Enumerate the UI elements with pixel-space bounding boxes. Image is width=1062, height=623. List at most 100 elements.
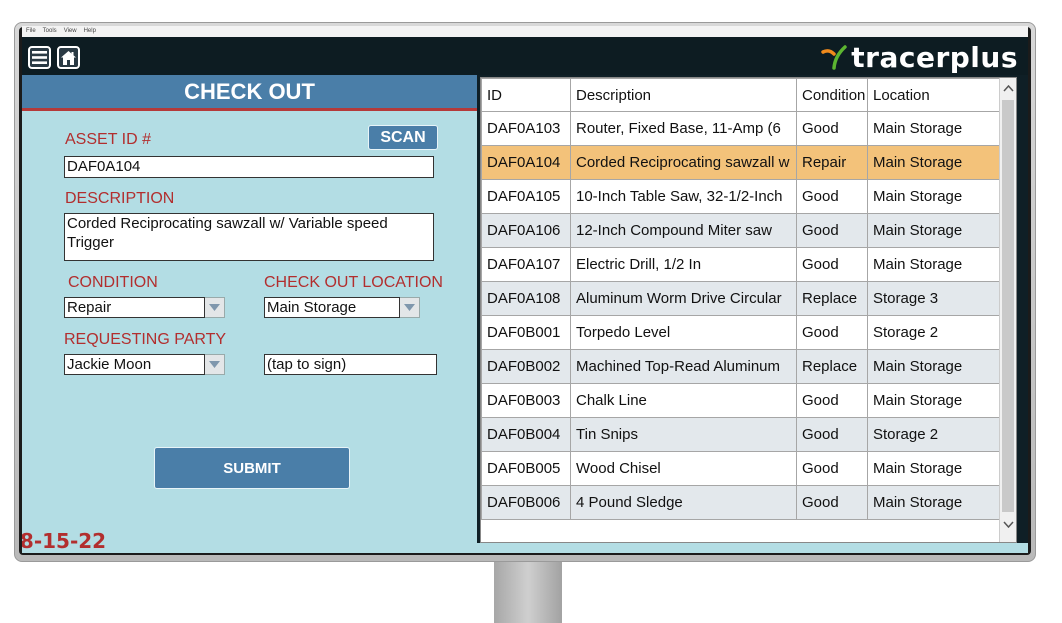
condition-value: Repair xyxy=(64,297,205,318)
cell-condition: Good xyxy=(796,485,868,520)
signature-field[interactable]: (tap to sign) xyxy=(264,354,437,375)
cell-id: DAF0B002 xyxy=(481,349,571,384)
menu-bar: File Tools View Help xyxy=(22,26,1028,37)
cell-id: DAF0A106 xyxy=(481,213,571,248)
cell-condition: Good xyxy=(796,315,868,350)
logo-text: tracerplus xyxy=(851,40,1018,74)
app-toolbar: tracerplus xyxy=(22,37,1028,75)
cell-description: Electric Drill, 1/2 In xyxy=(570,247,797,282)
cell-location: Main Storage xyxy=(867,349,1002,384)
table-row[interactable]: DAF0A103 Router, Fixed Base, 11-Amp (6 Goo… xyxy=(481,111,1002,146)
cell-location: Storage 2 xyxy=(867,315,1002,350)
cell-id: DAF0A103 xyxy=(481,111,571,146)
column-header-description[interactable]: Description xyxy=(570,78,797,112)
cell-location: Main Storage xyxy=(867,383,1002,418)
cell-description: Machined Top-Read Aluminum xyxy=(570,349,797,384)
condition-dropdown[interactable]: Repair xyxy=(64,297,225,318)
cell-description: Tin Snips xyxy=(570,417,797,452)
table-header-row: ID Description Condition Location xyxy=(481,78,1002,112)
cell-id: DAF0A105 xyxy=(481,179,571,214)
cell-condition: Replace xyxy=(796,349,868,384)
requesting-party-dropdown[interactable]: Jackie Moon xyxy=(64,354,225,375)
table-row[interactable]: DAF0B004 Tin Snips Good Storage 2 xyxy=(481,417,1002,452)
cell-condition: Good xyxy=(796,111,868,146)
cell-location: Storage 3 xyxy=(867,281,1002,316)
asset-id-input[interactable]: DAF0A104 xyxy=(64,156,434,178)
menu-file[interactable]: File xyxy=(26,26,36,37)
logo-check-icon xyxy=(821,45,848,70)
table-row[interactable]: DAF0A107 Electric Drill, 1/2 In Good Main S… xyxy=(481,247,1002,282)
chevron-down-icon[interactable] xyxy=(205,354,225,375)
location-value: Main Storage xyxy=(264,297,400,318)
checkout-form: CHECK OUT ASSET ID # SCAN DAF0A104 DESCR… xyxy=(22,75,477,553)
menu-tools[interactable]: Tools xyxy=(43,26,57,37)
table-row[interactable]: DAF0B002 Machined Top-Read Aluminum Replac… xyxy=(481,349,1002,384)
cell-id: DAF0B004 xyxy=(481,417,571,452)
cell-condition: Good xyxy=(796,247,868,282)
table-row[interactable]: DAF0B001 Torpedo Level Good Storage 2 xyxy=(481,315,1002,350)
cell-condition: Good xyxy=(796,213,868,248)
cell-location: Main Storage xyxy=(867,451,1002,486)
column-header-location[interactable]: Location xyxy=(867,78,1002,112)
cell-description: Aluminum Worm Drive Circular xyxy=(570,281,797,316)
hamburger-icon xyxy=(32,51,47,64)
screen-bottom-strip xyxy=(477,543,1028,553)
table-row[interactable]: DAF0B005 Wood Chisel Good Main Storage xyxy=(481,451,1002,486)
cell-condition: Good xyxy=(796,383,868,418)
table-row[interactable]: DAF0A105 10-Inch Table Saw, 32-1/2-Inch Go… xyxy=(481,179,1002,214)
home-button[interactable] xyxy=(57,46,80,69)
asset-table: ID Description Condition Location DAF0A1… xyxy=(480,77,1017,543)
cell-description: Torpedo Level xyxy=(570,315,797,350)
cell-description: 4 Pound Sledge xyxy=(570,485,797,520)
app-screen: File Tools View Help tracerplus CHECK OU… xyxy=(22,26,1028,553)
cell-id: DAF0B003 xyxy=(481,383,571,418)
scan-button[interactable]: SCAN xyxy=(368,125,438,150)
description-label: DESCRIPTION xyxy=(65,190,175,207)
cell-location: Main Storage xyxy=(867,179,1002,214)
cell-id: DAF0A108 xyxy=(481,281,571,316)
table-row[interactable]: DAF0A108 Aluminum Worm Drive Circular Repl… xyxy=(481,281,1002,316)
scrollbar-thumb[interactable] xyxy=(1002,100,1014,512)
chevron-down-icon[interactable] xyxy=(205,297,225,318)
cell-condition: Good xyxy=(796,451,868,486)
table-row[interactable]: DAF0B003 Chalk Line Good Main Storage xyxy=(481,383,1002,418)
cell-location: Main Storage xyxy=(867,111,1002,146)
date-display: 08-15-22 xyxy=(22,529,107,553)
menu-button[interactable] xyxy=(28,46,51,69)
cell-location: Main Storage xyxy=(867,145,1002,180)
column-header-id[interactable]: ID xyxy=(481,78,571,112)
scroll-up-icon[interactable] xyxy=(1000,80,1016,96)
cell-id: DAF0B005 xyxy=(481,451,571,486)
cell-id: DAF0A107 xyxy=(481,247,571,282)
cell-location: Main Storage xyxy=(867,247,1002,282)
cell-description: 12-Inch Compound Miter saw xyxy=(570,213,797,248)
location-dropdown[interactable]: Main Storage xyxy=(264,297,420,318)
asset-id-label: ASSET ID # xyxy=(65,131,151,148)
menu-view[interactable]: View xyxy=(64,26,77,37)
column-header-condition[interactable]: Condition xyxy=(796,78,868,112)
table-row[interactable]: DAF0B006 4 Pound Sledge Good Main Storage xyxy=(481,485,1002,520)
cell-condition: Good xyxy=(796,179,868,214)
cell-id: DAF0B006 xyxy=(481,485,571,520)
menu-help[interactable]: Help xyxy=(84,26,96,37)
condition-label: CONDITION xyxy=(68,274,158,291)
chevron-down-icon[interactable] xyxy=(400,297,420,318)
scroll-down-icon[interactable] xyxy=(1000,516,1016,532)
tracerplus-logo: tracerplus xyxy=(821,40,1018,74)
table-row[interactable]: DAF0A104 Corded Reciprocating sawzall w Re… xyxy=(481,145,1002,180)
home-icon xyxy=(61,50,76,65)
checkout-location-label: CHECK OUT LOCATION xyxy=(264,274,443,291)
requesting-party-value: Jackie Moon xyxy=(64,354,205,375)
cell-id: DAF0B001 xyxy=(481,315,571,350)
submit-button[interactable]: SUBMIT xyxy=(154,447,350,489)
table-row[interactable]: DAF0A106 12-Inch Compound Miter saw Good Ma… xyxy=(481,213,1002,248)
cell-condition: Good xyxy=(796,417,868,452)
table-scrollbar[interactable] xyxy=(999,78,1016,542)
requesting-party-label: REQUESTING PARTY xyxy=(64,331,227,348)
cell-condition: Repair xyxy=(796,145,868,180)
cell-description: Chalk Line xyxy=(570,383,797,418)
cell-condition: Replace xyxy=(796,281,868,316)
cell-location: Main Storage xyxy=(867,213,1002,248)
description-input[interactable]: Corded Reciprocating sawzall w/ Variable… xyxy=(64,213,434,261)
cell-location: Storage 2 xyxy=(867,417,1002,452)
